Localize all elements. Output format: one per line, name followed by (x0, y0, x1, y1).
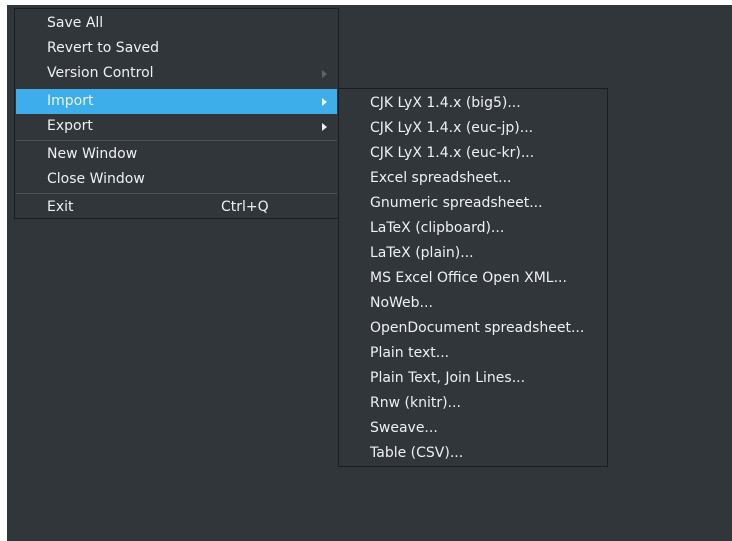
import-item-label: Gnumeric spreadsheet... (370, 195, 543, 211)
import-item[interactable]: MS Excel Office Open XML... (339, 266, 607, 291)
menu-item-import[interactable]: Import (16, 89, 337, 114)
menu-item-new-window[interactable]: New Window (16, 142, 337, 167)
menu-separator (16, 140, 337, 141)
import-item[interactable]: Gnumeric spreadsheet... (339, 191, 607, 216)
menu-item-label: Version Control (47, 65, 154, 81)
import-item[interactable]: CJK LyX 1.4.x (euc-jp)... (339, 116, 607, 141)
import-item[interactable]: Table (CSV)... (339, 441, 607, 466)
import-item[interactable]: CJK LyX 1.4.x (big5)... (339, 91, 607, 116)
import-item-label: Plain Text, Join Lines... (370, 370, 526, 386)
menu-item-label: Export (47, 118, 93, 134)
menu-item-label: Import (47, 93, 94, 109)
import-item[interactable]: NoWeb... (339, 291, 607, 316)
import-item-label: LaTeX (clipboard)... (370, 220, 505, 236)
menu-item-label: Exit (47, 199, 74, 215)
import-item[interactable]: Plain text... (339, 341, 607, 366)
import-item-label: CJK LyX 1.4.x (euc-kr)... (370, 145, 535, 161)
import-item-label: Plain text... (370, 345, 450, 361)
import-item-label: Table (CSV)... (370, 445, 464, 461)
import-item[interactable]: Sweave... (339, 416, 607, 441)
menu-item-save-all[interactable]: Save All (16, 11, 337, 36)
import-item[interactable]: CJK LyX 1.4.x (euc-kr)... (339, 141, 607, 166)
menu-separator (16, 193, 337, 194)
menu-item-version-control[interactable]: Version Control (16, 61, 337, 86)
import-item-label: CJK LyX 1.4.x (big5)... (370, 95, 521, 111)
import-item[interactable]: OpenDocument spreadsheet... (339, 316, 607, 341)
menu-item-label: Revert to Saved (47, 40, 160, 56)
menu-item-close-window[interactable]: Close Window (16, 167, 337, 192)
import-item[interactable]: Plain Text, Join Lines... (339, 366, 607, 391)
import-item-label: Excel spreadsheet... (370, 170, 512, 186)
menu-item-label: Save All (47, 15, 104, 31)
import-submenu: CJK LyX 1.4.x (big5)... CJK LyX 1.4.x (e… (338, 88, 608, 467)
import-item[interactable]: LaTeX (plain)... (339, 241, 607, 266)
file-menu: Save All Revert to Saved Version Control… (14, 8, 339, 219)
menu-item-label: Close Window (47, 171, 145, 187)
chevron-right-icon (322, 98, 327, 106)
import-item-label: LaTeX (plain)... (370, 245, 474, 261)
import-item-label: MS Excel Office Open XML... (370, 270, 567, 286)
import-item-label: OpenDocument spreadsheet... (370, 320, 585, 336)
menu-item-exit[interactable]: Exit Ctrl+Q (16, 195, 337, 220)
import-item-label: CJK LyX 1.4.x (euc-jp)... (370, 120, 534, 136)
menu-item-revert-to-saved[interactable]: Revert to Saved (16, 36, 337, 61)
menu-item-export[interactable]: Export (16, 114, 337, 139)
import-item[interactable]: LaTeX (clipboard)... (339, 216, 607, 241)
chevron-right-icon (322, 70, 327, 78)
import-item[interactable]: Rnw (knitr)... (339, 391, 607, 416)
import-item[interactable]: Excel spreadsheet... (339, 166, 607, 191)
menu-item-label: New Window (47, 146, 138, 162)
import-item-label: Rnw (knitr)... (370, 395, 461, 411)
chevron-right-icon (322, 123, 327, 131)
menu-item-shortcut: Ctrl+Q (221, 199, 269, 215)
import-item-label: Sweave... (370, 420, 438, 436)
import-item-label: NoWeb... (370, 295, 433, 311)
